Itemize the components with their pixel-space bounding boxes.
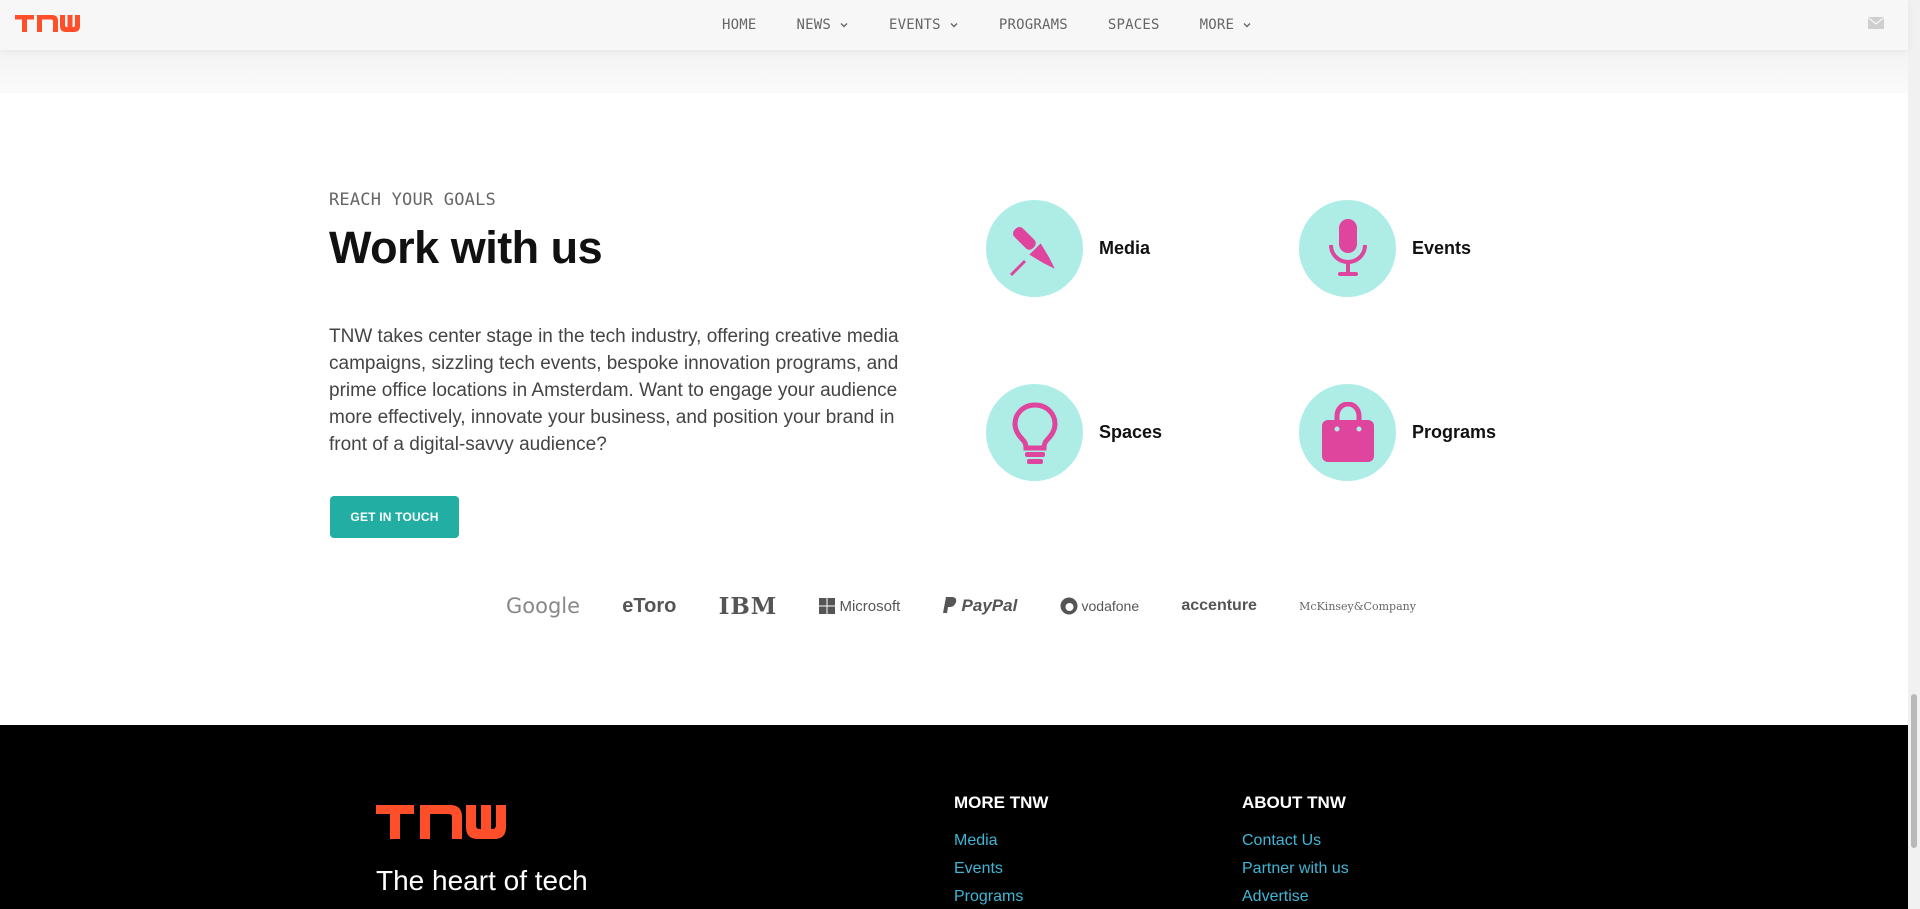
get-in-touch-button[interactable]: GET IN TOUCH — [330, 496, 459, 538]
service-programs[interactable]: Programs — [1299, 384, 1496, 481]
footer-about-column: ABOUT TNW Contact Us Partner with us Adv… — [1242, 793, 1349, 909]
chevron-down-icon — [1243, 23, 1251, 28]
partner-logos: Google eToro IBM Microsoft PayPal vodafo… — [506, 588, 1416, 624]
scrollbar-thumb[interactable] — [1911, 694, 1917, 848]
nav-programs[interactable]: PROGRAMS — [999, 17, 1068, 33]
top-navigation: HOME NEWS EVENTS PROGRAMS SPACES MORE — [0, 0, 1908, 50]
microsoft-logo-text: Microsoft — [839, 597, 901, 615]
service-media[interactable]: Media — [986, 200, 1150, 297]
mckinsey-logo-text: McKinsey&Company — [1299, 599, 1416, 613]
spaces-icon-circle — [986, 384, 1083, 481]
vodafone-logo: vodafone — [1060, 597, 1140, 615]
chevron-down-icon — [840, 23, 848, 28]
nav-spaces-label: SPACES — [1107, 17, 1160, 33]
paypal-logo-text: PayPal — [961, 596, 1018, 615]
footer-link-advertise[interactable]: Advertise — [1242, 883, 1349, 909]
programs-icon-circle — [1299, 384, 1396, 481]
service-spaces[interactable]: Spaces — [986, 384, 1162, 481]
chevron-down-icon — [950, 23, 958, 28]
page: HOME NEWS EVENTS PROGRAMS SPACES MORE RE… — [0, 0, 1920, 909]
nav-events-label: EVENTS — [889, 17, 941, 33]
footer-link-events[interactable]: Events — [954, 855, 1048, 883]
footer-link-partner[interactable]: Partner with us — [1242, 855, 1349, 883]
accenture-logo: accenture — [1181, 597, 1257, 615]
footer: The heart of tech MORE TNW Media Events … — [0, 725, 1908, 909]
section-eyebrow: REACH YOUR GOALS — [329, 190, 496, 210]
microsoft-squares-icon — [819, 598, 836, 614]
nav-news-label: NEWS — [796, 17, 832, 33]
mail-icon[interactable] — [1868, 17, 1884, 29]
accenture-logo-text: accenture — [1181, 597, 1257, 614]
tnw-logo[interactable] — [15, 15, 82, 37]
service-spaces-label: Spaces — [1099, 422, 1163, 442]
main-nav: HOME NEWS EVENTS PROGRAMS SPACES MORE — [722, 0, 1292, 50]
etoro-logo: eToro — [622, 595, 676, 618]
media-icon-circle — [986, 200, 1083, 297]
google-logo: Google — [506, 594, 580, 618]
section-title: Work with us — [329, 222, 603, 273]
nav-more-label: MORE — [1199, 17, 1235, 33]
service-events[interactable]: Events — [1299, 200, 1471, 297]
header-shadow — [0, 50, 1908, 93]
nav-home[interactable]: HOME — [722, 17, 757, 33]
ibm-logo-text: IBM — [718, 592, 778, 620]
events-icon-circle — [1299, 200, 1396, 297]
service-events-label: Events — [1412, 238, 1472, 258]
footer-tagline: The heart of tech — [376, 865, 588, 896]
section-description: TNW takes center stage in the tech indus… — [329, 326, 899, 455]
page-scrollbar[interactable] — [1908, 0, 1920, 909]
footer-tnw-logo[interactable] — [376, 805, 510, 844]
nav-home-label: HOME — [722, 17, 757, 33]
paypal-logo: PayPal — [942, 596, 1018, 616]
footer-more-column: MORE TNW Media Events Programs — [954, 793, 1048, 909]
footer-about-title: ABOUT TNW — [1242, 793, 1346, 812]
lightbulb-icon — [1011, 401, 1058, 464]
footer-more-title: MORE TNW — [954, 793, 1049, 812]
nav-spaces[interactable]: SPACES — [1108, 17, 1160, 33]
mckinsey-logo: McKinsey&Company — [1299, 600, 1416, 613]
nav-events[interactable]: EVENTS — [889, 17, 959, 33]
vodafone-logo-text: vodafone — [1081, 598, 1140, 614]
microsoft-logo: Microsoft — [819, 598, 900, 615]
footer-link-media[interactable]: Media — [954, 827, 1048, 855]
pen-icon — [1009, 226, 1055, 276]
service-media-label: Media — [1099, 238, 1151, 258]
ibm-logo: IBM — [719, 593, 778, 620]
google-logo-text: Google — [506, 594, 581, 618]
etoro-logo-text: eToro — [622, 594, 677, 617]
footer-link-contact[interactable]: Contact Us — [1242, 827, 1349, 855]
nav-more[interactable]: MORE — [1200, 17, 1253, 33]
paypal-p-icon — [942, 597, 956, 613]
nav-programs-label: PROGRAMS — [998, 17, 1068, 33]
microphone-icon — [1328, 218, 1367, 276]
shopping-bag-icon — [1321, 401, 1374, 462]
nav-news[interactable]: NEWS — [797, 17, 850, 33]
service-programs-label: Programs — [1412, 422, 1497, 442]
vodafone-speechmark-icon — [1060, 597, 1078, 615]
footer-link-programs[interactable]: Programs — [954, 883, 1048, 909]
